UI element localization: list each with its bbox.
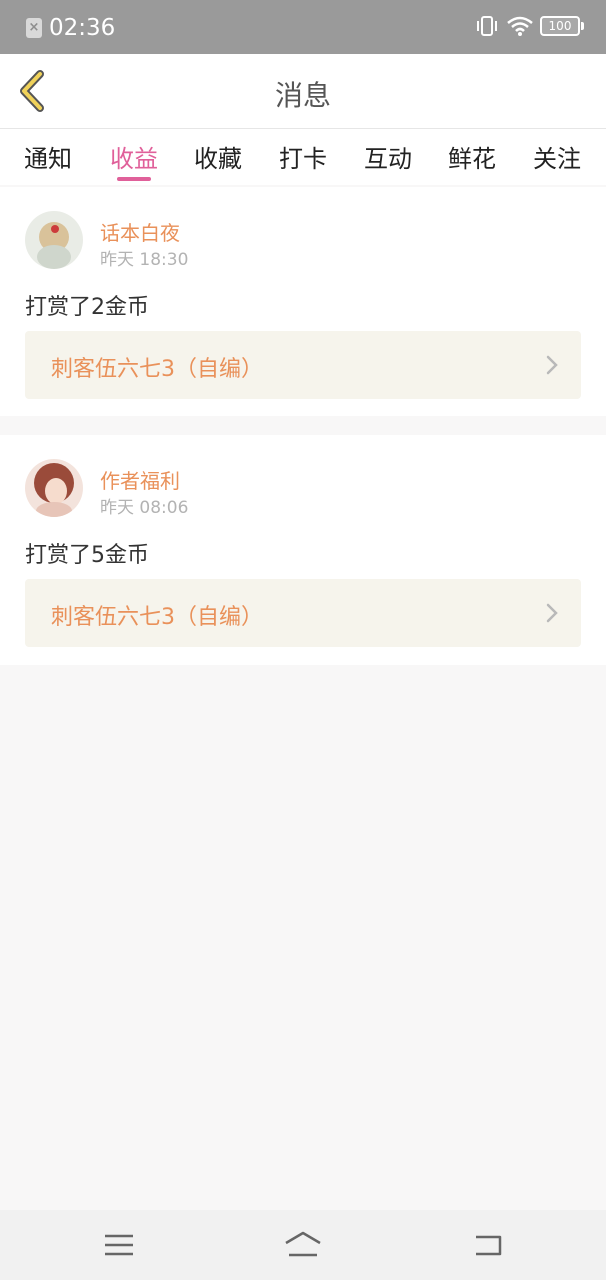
message-time: 昨天 18:30 bbox=[100, 250, 189, 270]
status-bar: × 02:36 100 bbox=[0, 0, 606, 54]
header: 消息 bbox=[0, 54, 606, 129]
battery-indicator: 100 bbox=[540, 16, 584, 36]
clock: 02:36 bbox=[49, 15, 116, 41]
message-card: 作者福利 昨天 08:06 打赏了5金币 刺客伍六七3（自编） bbox=[0, 435, 606, 665]
battery-level: 100 bbox=[548, 19, 572, 33]
sender-name[interactable]: 作者福利 bbox=[100, 465, 180, 494]
tab-label: 打卡 bbox=[279, 145, 327, 173]
tab-flowers[interactable]: 鲜花 bbox=[437, 139, 507, 174]
chevron-right-icon bbox=[546, 603, 558, 623]
book-title: 刺客伍六七3（自编） bbox=[51, 605, 263, 630]
menu-icon[interactable] bbox=[99, 1228, 139, 1262]
sender-name[interactable]: 话本白夜 bbox=[100, 217, 180, 246]
active-tab-indicator bbox=[117, 177, 151, 181]
book-link[interactable]: 刺客伍六七3（自编） bbox=[25, 331, 581, 399]
tab-label: 收益 bbox=[110, 145, 158, 173]
message-action: 打赏了2金币 bbox=[25, 295, 149, 320]
home-icon[interactable] bbox=[283, 1228, 323, 1262]
tab-label: 收藏 bbox=[194, 145, 242, 173]
avatar[interactable] bbox=[25, 211, 83, 269]
tab-label: 关注 bbox=[533, 145, 581, 173]
system-nav-bar bbox=[0, 1210, 606, 1280]
tab-bar: 通知 收益 收藏 打卡 互动 鲜花 关注 bbox=[0, 129, 606, 185]
message-time: 昨天 08:06 bbox=[100, 498, 189, 518]
tab-favorites[interactable]: 收藏 bbox=[183, 139, 253, 174]
wifi-icon bbox=[507, 16, 533, 36]
tab-label: 互动 bbox=[364, 145, 412, 173]
page-title: 消息 bbox=[274, 79, 331, 112]
status-right: 100 bbox=[474, 14, 584, 38]
sim-off-icon: × bbox=[26, 18, 42, 38]
message-card: 话本白夜 昨天 18:30 打赏了2金币 刺客伍六七3（自编） bbox=[0, 187, 606, 416]
book-link[interactable]: 刺客伍六七3（自编） bbox=[25, 579, 581, 647]
back-icon[interactable] bbox=[468, 1228, 508, 1262]
tab-checkin[interactable]: 打卡 bbox=[268, 139, 338, 174]
avatar[interactable] bbox=[25, 459, 83, 517]
tab-earnings[interactable]: 收益 bbox=[99, 139, 169, 181]
tab-notifications[interactable]: 通知 bbox=[13, 139, 83, 174]
tab-follows[interactable]: 关注 bbox=[522, 139, 592, 174]
battery-tip bbox=[581, 22, 584, 30]
book-title: 刺客伍六七3（自编） bbox=[51, 357, 263, 382]
message-action: 打赏了5金币 bbox=[25, 543, 149, 568]
chevron-right-icon bbox=[546, 355, 558, 375]
tab-label: 鲜花 bbox=[448, 145, 496, 173]
tab-interactions[interactable]: 互动 bbox=[353, 139, 423, 174]
vibrate-icon bbox=[477, 16, 497, 36]
status-left: × 02:36 bbox=[26, 14, 115, 42]
tab-label: 通知 bbox=[24, 145, 72, 173]
